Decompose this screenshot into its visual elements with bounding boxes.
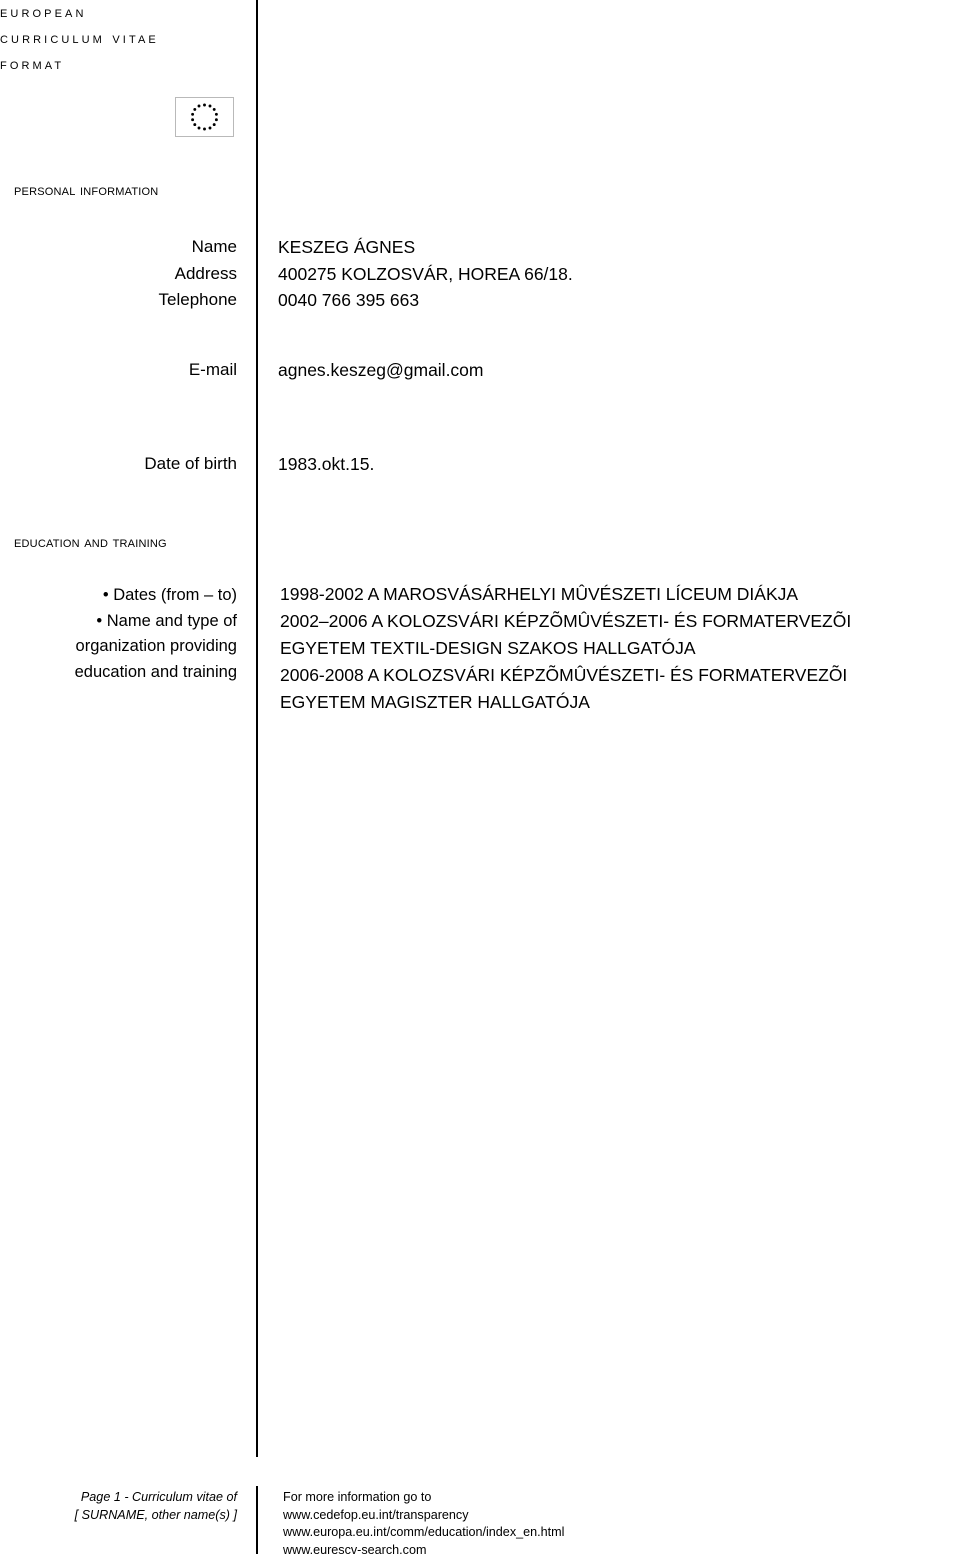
masthead-line-1: European (0, 0, 237, 26)
field-label-email-wrap: E-mail (0, 357, 237, 384)
footer-surname-placeholder: [ SURNAME, other name(s) ] (0, 1507, 237, 1525)
personal-info-labels: Name Address Telephone (0, 234, 237, 314)
education-entry-line-3: EGYETEM TEXTIL-DESIGN SZAKOS HALLGATÓJA (280, 635, 851, 662)
education-labels: • Dates (from – to) • Name and type of o… (0, 583, 237, 685)
education-entry-line-1: 1998-2002 A MAROSVÁSÁRHELYI MÛVÉSZETI LÍ… (280, 581, 851, 608)
education-entry-line-5: EGYETEM MAGISZTER HALLGATÓJA (280, 689, 851, 716)
eu-flag-icon (175, 97, 234, 137)
field-label-address: Address (0, 261, 237, 288)
section-heading-personal-information: Personal information (0, 182, 254, 200)
eu-flag-container (0, 97, 237, 137)
field-label-email: E-mail (0, 357, 237, 384)
divider-rule-footer (256, 1486, 258, 1554)
field-value-dob-wrap: 1983.okt.15. (278, 451, 374, 478)
footer-left: Page 1 - Curriculum vitae of [ SURNAME, … (0, 1489, 237, 1524)
footer-link-eurescv[interactable]: www.eurescv-search.com (283, 1542, 564, 1559)
field-label-dob-wrap: Date of birth (0, 451, 237, 478)
field-value-address: 400275 KOLZOSVÁR, HOREA 66/18. (278, 261, 573, 288)
education-entry-line-2: 2002–2006 A KOLOZSVÁRI KÉPZÕMÛVÉSZETI- É… (280, 608, 851, 635)
field-value-date-of-birth: 1983.okt.15. (278, 451, 374, 478)
field-value-name: KESZEG ÁGNES (278, 234, 573, 261)
education-label-dates: • Dates (from – to) (0, 583, 237, 609)
footer-info-label: For more information go to (283, 1489, 564, 1507)
education-values: 1998-2002 A MAROSVÁSÁRHELYI MÛVÉSZETI LÍ… (280, 581, 851, 716)
section-heading-education-and-training: Education and training (0, 534, 254, 552)
field-value-telephone: 0040 766 395 663 (278, 287, 573, 314)
cv-page: European Curriculum vitae format (0, 0, 960, 1558)
education-label-org-line-2: organization providing (0, 634, 237, 660)
personal-info-values: KESZEG ÁGNES 400275 KOLZOSVÁR, HOREA 66/… (278, 234, 573, 314)
education-label-org-line-1: • Name and type of (0, 609, 237, 635)
masthead: European Curriculum vitae format (0, 0, 237, 137)
field-label-telephone: Telephone (0, 287, 237, 314)
masthead-line-3: format (0, 52, 237, 78)
masthead-line-2: Curriculum vitae (0, 26, 237, 52)
footer-page-label: Page 1 - Curriculum vitae of (0, 1489, 237, 1507)
education-label-org-line-3: education and training (0, 660, 237, 686)
education-entry-line-4: 2006-2008 A KOLOZSVÁRI KÉPZÕMÛVÉSZETI- É… (280, 662, 851, 689)
field-label-name: Name (0, 234, 237, 261)
footer-right: For more information go to www.cedefop.e… (283, 1489, 564, 1559)
field-value-email: agnes.keszeg@gmail.com (278, 357, 484, 384)
footer-link-cedefop[interactable]: www.cedefop.eu.int/transparency (283, 1507, 564, 1525)
field-value-email-wrap: agnes.keszeg@gmail.com (278, 357, 484, 384)
field-label-date-of-birth: Date of birth (0, 451, 237, 478)
divider-rule-main (256, 0, 258, 1457)
footer-link-europa[interactable]: www.europa.eu.int/comm/education/index_e… (283, 1524, 564, 1542)
